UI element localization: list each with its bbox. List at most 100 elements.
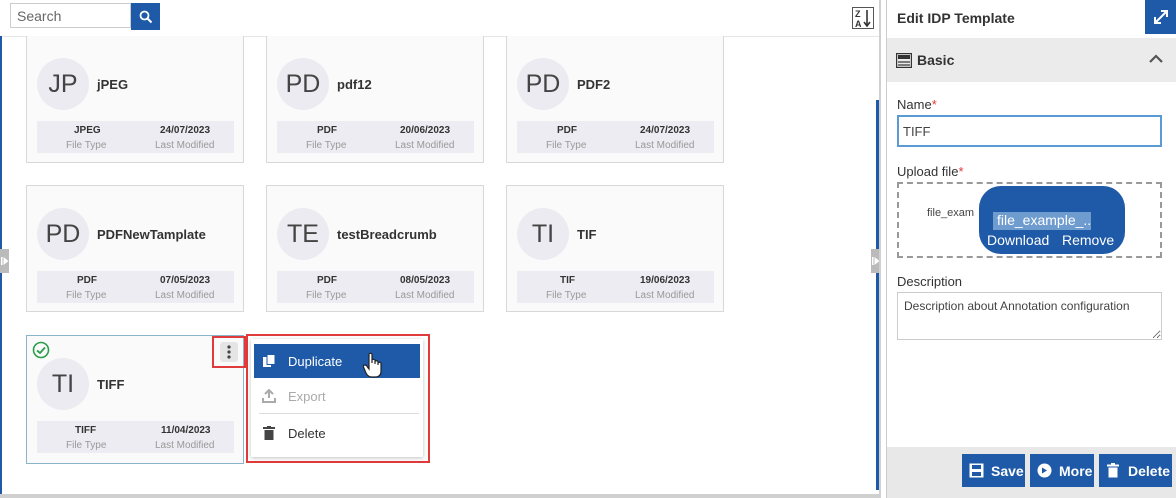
- search-button[interactable]: [131, 3, 160, 30]
- save-label: Save: [991, 462, 1024, 479]
- delete-label: Delete: [1128, 462, 1171, 479]
- menu-divider: [259, 413, 419, 414]
- upload-label: Upload file*: [897, 164, 964, 179]
- upload-icon: [262, 389, 276, 403]
- file-type-label: File Type: [546, 140, 587, 151]
- template-card[interactable]: PD PDFNewTamplate PDF 07/05/2023 File Ty…: [26, 185, 244, 312]
- last-modified-value: 08/05/2023: [400, 275, 451, 286]
- svg-text:A: A: [855, 19, 862, 29]
- more-label: More: [1059, 462, 1093, 479]
- copy-icon: [262, 354, 276, 368]
- last-modified-label: Last Modified: [395, 290, 455, 301]
- name-label: Name*: [897, 97, 937, 112]
- trash-icon: [262, 426, 276, 440]
- svg-text:Z: Z: [855, 9, 861, 19]
- uploaded-file-name: file_example_...: [993, 212, 1091, 230]
- description-label: Description: [897, 274, 963, 289]
- last-modified-value: 20/06/2023: [400, 125, 451, 136]
- template-card[interactable]: JP jPEG JPEG 24/07/2023 File Type Last M…: [26, 36, 244, 163]
- name-label-text: Name: [897, 97, 932, 112]
- bottom-border: [0, 494, 881, 498]
- panel-footer: Save More Delete: [887, 447, 1176, 498]
- toolbar: Z A: [0, 0, 881, 37]
- file-type-value: PDF: [77, 275, 97, 286]
- card-meta: PDF 20/06/2023 File Type Last Modified: [277, 121, 474, 153]
- card-meta: TIFF 11/04/2023 File Type Last Modified: [37, 421, 234, 453]
- file-type-label: File Type: [306, 290, 347, 301]
- file-type-label: File Type: [546, 290, 587, 301]
- card-meta: TIF 19/06/2023 File Type Last Modified: [517, 271, 714, 303]
- more-vertical-icon: [227, 345, 231, 359]
- file-type-value: JPEG: [74, 125, 101, 136]
- context-menu: Duplicate Export Delete: [251, 339, 423, 457]
- more-button[interactable]: More: [1030, 454, 1094, 487]
- card-meta: PDF 08/05/2023 File Type Last Modified: [277, 271, 474, 303]
- template-card[interactable]: TE testBreadcrumb PDF 08/05/2023 File Ty…: [266, 185, 484, 312]
- remove-link[interactable]: Remove: [1062, 232, 1114, 248]
- description-field[interactable]: Description about Annotation configurati…: [897, 292, 1162, 340]
- avatar: TE: [277, 208, 329, 260]
- template-card[interactable]: TI TIF TIF 19/06/2023 File Type Last Mod…: [506, 185, 724, 312]
- context-menu-highlight: Duplicate Export Delete: [246, 334, 430, 463]
- template-card-selected[interactable]: TI TIFF TIFF 11/04/2023 File Type Last M…: [26, 335, 246, 464]
- template-name: testBreadcrumb: [337, 227, 437, 242]
- avatar: JP: [37, 58, 89, 110]
- arrow-right-circle-icon: [1036, 463, 1052, 479]
- required-mark: *: [931, 97, 937, 112]
- template-card[interactable]: PD pdf12 PDF 20/06/2023 File Type Last M…: [266, 36, 484, 163]
- template-cards-grid: JP jPEG JPEG 24/07/2023 File Type Last M…: [0, 36, 881, 496]
- name-field[interactable]: [897, 115, 1162, 147]
- upload-dropzone[interactable]: file_exam file_example_... Download Remo…: [897, 182, 1162, 258]
- last-modified-label: Last Modified: [635, 140, 695, 151]
- last-modified-value: 24/07/2023: [640, 125, 691, 136]
- last-modified-label: Last Modified: [155, 140, 215, 151]
- file-type-label: File Type: [66, 140, 107, 151]
- menu-item-label: Delete: [288, 425, 326, 441]
- file-type-label: File Type: [66, 440, 107, 451]
- edit-template-panel: Edit IDP Template Basic Name* Upload fil…: [886, 0, 1176, 498]
- last-modified-value: 24/07/2023: [160, 125, 211, 136]
- required-mark: *: [958, 164, 964, 179]
- save-button[interactable]: Save: [962, 454, 1025, 487]
- template-name: PDF2: [577, 77, 611, 92]
- section-basic-header[interactable]: Basic: [887, 38, 1176, 82]
- panel-divider: [879, 0, 881, 498]
- card-options-button[interactable]: [212, 336, 246, 368]
- avatar: PD: [37, 208, 89, 260]
- avatar: PD: [277, 58, 329, 110]
- card-meta: JPEG 24/07/2023 File Type Last Modified: [37, 121, 234, 153]
- sort-az-button[interactable]: Z A: [852, 7, 874, 29]
- last-modified-label: Last Modified: [635, 290, 695, 301]
- selected-check-icon: [32, 341, 50, 359]
- search-icon: [139, 10, 152, 23]
- template-card[interactable]: PD PDF2 PDF 24/07/2023 File Type Last Mo…: [506, 36, 724, 163]
- file-type-value: TIFF: [75, 425, 97, 436]
- delete-button[interactable]: Delete: [1099, 454, 1172, 487]
- sort-alpha-icon: Z A: [852, 7, 874, 29]
- menu-item-label: Export: [288, 388, 326, 404]
- hand-cursor-icon: [362, 352, 382, 378]
- chevron-up-icon[interactable]: [1149, 54, 1163, 63]
- save-icon: [968, 463, 984, 479]
- file-type-label: File Type: [306, 140, 347, 151]
- collapse-left-toggle[interactable]: [0, 249, 9, 273]
- card-meta: PDF 07/05/2023 File Type Last Modified: [37, 271, 234, 303]
- file-actions-popup: file_example_... Download Remove: [979, 186, 1125, 254]
- last-modified-label: Last Modified: [155, 440, 215, 451]
- template-name: PDFNewTamplate: [97, 227, 206, 242]
- last-modified-value: 11/04/2023: [161, 425, 211, 436]
- upload-label-text: Upload file: [897, 164, 959, 179]
- menu-item-export[interactable]: Export: [254, 379, 420, 413]
- panel-title: Edit IDP Template: [897, 10, 1015, 26]
- file-type-label: File Type: [66, 290, 107, 301]
- search-input[interactable]: [10, 3, 131, 28]
- card-meta: PDF 24/07/2023 File Type Last Modified: [517, 121, 714, 153]
- trash-icon: [1105, 463, 1121, 479]
- expand-panel-button[interactable]: [1145, 0, 1176, 34]
- section-title: Basic: [917, 52, 955, 68]
- menu-item-duplicate[interactable]: Duplicate: [254, 344, 420, 378]
- avatar: TI: [37, 358, 89, 410]
- download-link[interactable]: Download: [987, 232, 1049, 248]
- menu-item-delete[interactable]: Delete: [254, 416, 420, 450]
- last-modified-value: 07/05/2023: [160, 275, 211, 286]
